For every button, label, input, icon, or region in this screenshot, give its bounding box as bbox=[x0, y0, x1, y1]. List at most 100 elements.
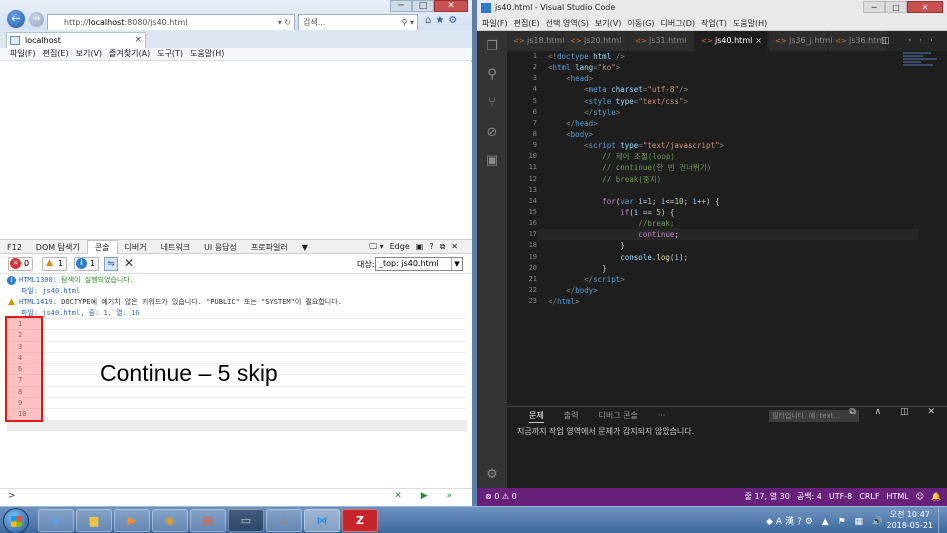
chrome-icon[interactable]: ◉ bbox=[152, 509, 188, 532]
devtools-tab[interactable]: DOM 탐색기 bbox=[29, 241, 87, 254]
devtools-control[interactable]: 🖵 ▾ bbox=[366, 240, 386, 253]
panel-tab[interactable]: 디버그 콘솔 bbox=[598, 411, 637, 420]
warning-count-button[interactable]: ▲ 1 bbox=[42, 257, 68, 271]
editor-tab[interactable]: js36.html bbox=[829, 31, 887, 51]
tab-close-icon[interactable]: × bbox=[755, 31, 762, 51]
ie-menu-item[interactable]: 파일(F) bbox=[10, 49, 36, 58]
devtools-control[interactable]: ? bbox=[426, 240, 436, 253]
ie-menu-item[interactable]: 도움말(H) bbox=[190, 49, 224, 58]
vscode-menu-item[interactable]: 도움말(H) bbox=[733, 19, 767, 28]
files-icon[interactable]: ❐ bbox=[484, 39, 500, 55]
ie-menu-item[interactable]: 보기(V) bbox=[76, 49, 102, 58]
ie-tool-icons[interactable]: ⌂★⚙ bbox=[425, 15, 461, 26]
start-button[interactable] bbox=[3, 508, 29, 533]
code-editor[interactable]: 1 2 3 4 5 6 7 8 9 10 11 12 13 14 15 16 17 18 19 20 21 22 23 <!… bbox=[507, 51, 947, 406]
editor-tab[interactable]: js20.html bbox=[564, 31, 628, 51]
status-item[interactable]: 줄 17, 열 30 bbox=[745, 492, 790, 501]
ie-menu-item[interactable]: 즐겨찾기(A) bbox=[109, 49, 150, 58]
code-line: <!doctype html /> bbox=[548, 51, 928, 62]
line-number: 20 bbox=[528, 263, 537, 272]
console-input[interactable]: > ✕ ▶ » bbox=[0, 488, 472, 505]
maximize-button[interactable]: □ bbox=[885, 1, 907, 13]
cmd-icon[interactable]: ▭ bbox=[228, 509, 264, 532]
search-icon[interactable]: ⚲ bbox=[484, 67, 500, 83]
vscode-menu-item[interactable]: 보기(V) bbox=[595, 19, 621, 28]
forward-button[interactable]: → bbox=[29, 12, 44, 27]
problems-status[interactable]: ⊗ 0 ⚠ 0 bbox=[485, 488, 517, 506]
vscode-menu-item[interactable]: 이동(G) bbox=[627, 19, 654, 28]
vscode-menu-item[interactable]: 편집(E) bbox=[514, 19, 540, 28]
search-icon[interactable]: ⚲ ▾ bbox=[402, 15, 414, 30]
search-input[interactable]: 검색... ⚲ ▾ bbox=[298, 14, 418, 31]
ie-menu-item[interactable]: 편집(E) bbox=[43, 49, 69, 58]
status-item[interactable]: UTF-8 bbox=[829, 492, 852, 501]
refresh-icon[interactable]: ▾ ↻ bbox=[278, 15, 291, 30]
devtools-tab[interactable]: ▼ bbox=[295, 241, 315, 254]
devtools-control[interactable]: ✕ bbox=[448, 240, 461, 253]
panel-action-icons[interactable]: ⧉ ∧ ◫ ✕ bbox=[849, 407, 943, 417]
close-button[interactable]: ✕ bbox=[434, 0, 468, 12]
ie-menu-item[interactable]: 도구(T) bbox=[157, 49, 183, 58]
git-icon[interactable]: ⑂ bbox=[484, 95, 500, 111]
editor-tab[interactable]: js31.html bbox=[629, 31, 694, 51]
vscode-menu-item[interactable]: 작업(T) bbox=[701, 19, 727, 28]
filezilla-icon[interactable]: ▤ bbox=[190, 509, 226, 532]
tray-icons[interactable]: ◆A漢?⚙ ▲ ⚑ ▦ 🔊 bbox=[766, 514, 886, 527]
panel-tab[interactable]: ··· bbox=[658, 411, 666, 420]
info-count-button[interactable]: i1 bbox=[74, 257, 100, 271]
devtools-tab[interactable]: F12 bbox=[0, 241, 29, 254]
panel-filter-input[interactable]: 필터입니다. 예: text... bbox=[769, 410, 859, 422]
ie-icon[interactable]: e bbox=[38, 509, 74, 532]
extensions-icon[interactable]: ▣ bbox=[484, 153, 500, 169]
vscode-menu-item[interactable]: 선택 영역(S) bbox=[546, 19, 589, 28]
tab-localhost[interactable]: localhost × bbox=[6, 32, 146, 48]
status-item[interactable]: 🔔 bbox=[931, 492, 941, 501]
maximize-button[interactable]: □ bbox=[412, 0, 434, 12]
explorer-icon[interactable]: ▆ bbox=[76, 509, 112, 532]
minimize-button[interactable]: ─ bbox=[390, 0, 412, 12]
run-controls[interactable]: ✕ ▶ » bbox=[394, 491, 460, 501]
status-item[interactable]: ☺ bbox=[916, 492, 924, 501]
editor-tab[interactable]: js40.html× bbox=[695, 31, 768, 51]
devtools-control[interactable]: Edge bbox=[387, 240, 413, 253]
minimize-button[interactable]: ─ bbox=[863, 1, 885, 13]
tab-close-icon[interactable]: × bbox=[134, 33, 142, 48]
line-number: 9 bbox=[532, 141, 537, 150]
panel-tab[interactable]: 출력 bbox=[564, 411, 579, 420]
devtools-tab[interactable]: UI 응답성 bbox=[197, 241, 244, 254]
media-player-icon[interactable]: ▶ bbox=[114, 509, 150, 532]
devtools-tab[interactable]: 디버거 bbox=[118, 241, 154, 254]
filezilla-red-icon[interactable]: Z bbox=[342, 509, 378, 532]
tab-actions[interactable]: ◫ ··· bbox=[881, 31, 941, 51]
show-desktop-button[interactable] bbox=[938, 507, 947, 533]
status-item[interactable]: 공백: 4 bbox=[797, 492, 822, 501]
close-button[interactable]: ✕ bbox=[907, 1, 943, 13]
vscode-menu-item[interactable]: 파일(F) bbox=[482, 19, 508, 28]
debug-icon[interactable]: ⊘ bbox=[484, 125, 500, 141]
address-bar[interactable]: http://localhost:8080/js40.html ▾ ↻ bbox=[47, 14, 295, 31]
back-button[interactable]: ← bbox=[7, 10, 25, 28]
panel-tab[interactable]: 문제 bbox=[529, 411, 544, 423]
status-item[interactable]: HTML bbox=[886, 492, 908, 501]
minimap[interactable] bbox=[903, 51, 943, 81]
devtools-control[interactable]: ▣ bbox=[413, 240, 427, 253]
clock[interactable]: 오전 10:47 2018-05-21 bbox=[887, 509, 934, 531]
status-item[interactable]: CRLF bbox=[859, 492, 879, 501]
editor-tab[interactable]: js36_j.html bbox=[769, 31, 833, 51]
code-content[interactable]: <!doctype html /> <html lang="ko"> <head>… bbox=[548, 51, 928, 307]
clear-console-icon[interactable]: ✕ bbox=[124, 256, 134, 270]
devtools-tab[interactable]: 콘솔 bbox=[86, 240, 118, 254]
vscode-icon[interactable]: ⋈ bbox=[304, 509, 340, 532]
settings-icon[interactable]: ⚙ bbox=[484, 467, 500, 483]
java-icon[interactable]: ♨ bbox=[266, 509, 302, 532]
devtools-tab[interactable]: 네트워크 bbox=[154, 241, 197, 254]
page-viewport[interactable] bbox=[0, 62, 472, 239]
error-count-button[interactable]: ✕ 0 bbox=[8, 257, 34, 271]
message-source[interactable]: 파일: js40.html bbox=[0, 286, 472, 297]
devtools-control[interactable]: ⧉ bbox=[437, 240, 449, 253]
vscode-menu-item[interactable]: 디버그(D) bbox=[661, 19, 695, 28]
devtools-tab[interactable]: 프로파일러 bbox=[244, 241, 295, 254]
target-select[interactable]: _top: js40.html ▼ bbox=[375, 257, 463, 271]
filter-icon[interactable]: ⇋ bbox=[104, 257, 118, 271]
editor-tab[interactable]: js18.html bbox=[507, 31, 564, 51]
